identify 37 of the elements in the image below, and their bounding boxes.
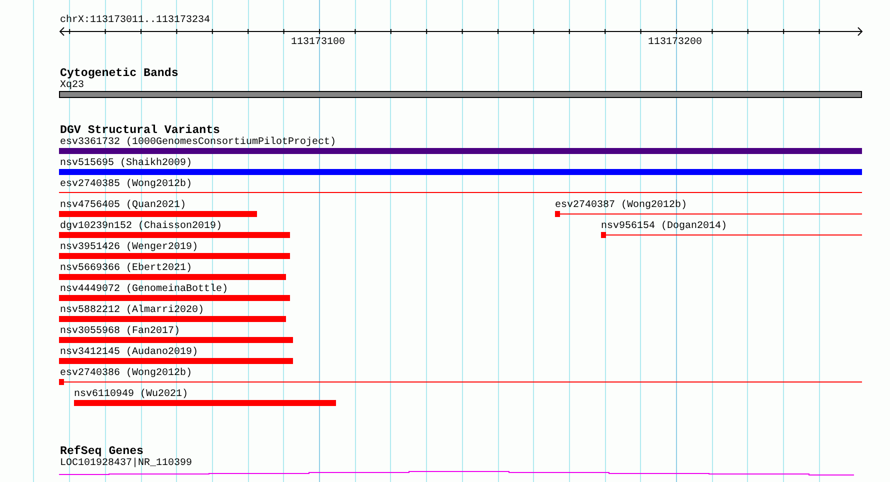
- variant-label[interactable]: nsv3412145 (Audano2019): [60, 347, 198, 358]
- variant-bar[interactable]: [59, 148, 862, 154]
- track-title: RefSeq Genes: [60, 446, 144, 458]
- tick-label: 113173200: [648, 37, 702, 49]
- variant-bar[interactable]: [59, 274, 286, 280]
- variant-label[interactable]: nsv4756405 (Quan2021): [60, 200, 186, 211]
- variant-label[interactable]: nsv956154 (Dogan2014): [601, 221, 728, 232]
- variant-label[interactable]: nsv6110949 (Wu2021): [74, 389, 188, 400]
- variant-label[interactable]: esv3361732 (1000GenomesConsortiumPilotProject): [60, 137, 336, 148]
- variant-bar[interactable]: [59, 337, 293, 343]
- variant-line[interactable]: [601, 232, 862, 238]
- track-title: DGV Structural Variants: [60, 125, 220, 137]
- location-label: chrX:113173011..113173234: [60, 15, 212, 27]
- track-title: Cytogenetic Bands: [60, 68, 180, 80]
- variant-label[interactable]: nsv3055968 (Fan2017): [60, 326, 180, 337]
- variant-label[interactable]: nsv4449072 (GenomeinaBottle): [60, 284, 228, 295]
- band-label: Xq23: [60, 80, 86, 91]
- variant-bar[interactable]: [59, 295, 290, 301]
- variant-bar[interactable]: [59, 253, 290, 259]
- variant-bar[interactable]: [59, 211, 257, 217]
- variant-label[interactable]: esv2740385 (Wong2012b): [60, 179, 192, 190]
- variant-bar[interactable]: [59, 316, 286, 322]
- variant-bar[interactable]: [59, 169, 862, 175]
- variant-line[interactable]: [59, 379, 862, 385]
- variant-bar[interactable]: [59, 358, 293, 364]
- gene-label[interactable]: LOC101928437|NR_110399: [60, 458, 864, 469]
- variant-label[interactable]: esv2740387 (Wong2012b): [555, 200, 688, 211]
- variant-bar[interactable]: [74, 400, 336, 406]
- variant-label[interactable]: nsv5669366 (Ebert2021): [60, 263, 192, 274]
- variant-label[interactable]: nsv515695 (Shaikh2009): [60, 158, 192, 169]
- variant-bar[interactable]: [59, 232, 290, 238]
- variant-label[interactable]: esv2740386 (Wong2012b): [60, 368, 192, 379]
- variant-label[interactable]: nsv5882212 (Almarri2020): [60, 305, 204, 316]
- tick-label: 113173100: [291, 37, 346, 49]
- variant-line[interactable]: [555, 211, 862, 217]
- variant-label[interactable]: dgv10239n152 (Chaisson2019): [60, 221, 222, 232]
- variant-label[interactable]: nsv3951426 (Wenger2019): [60, 242, 198, 253]
